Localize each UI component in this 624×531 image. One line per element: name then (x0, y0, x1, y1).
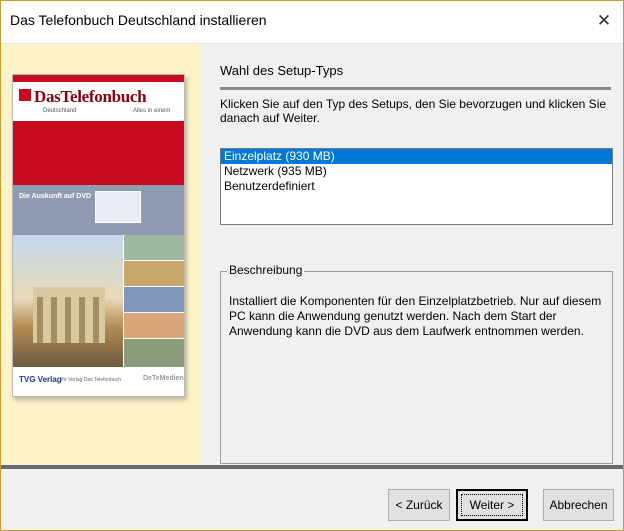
back-button[interactable]: < Zurück (388, 489, 450, 521)
city-thumb (124, 339, 184, 367)
description-title: Beschreibung (227, 263, 305, 277)
option-netzwerk[interactable]: Netzwerk (935 MB) (221, 164, 612, 179)
city-thumb (124, 235, 184, 260)
description-text: Installiert die Komponenten für den Einz… (229, 294, 602, 338)
city-thumb (124, 313, 184, 338)
heading-divider (220, 87, 611, 90)
brand-logo: DasTelefonbuch (19, 87, 147, 107)
next-button-label: Weiter > (461, 494, 523, 516)
window-title: Das Telefonbuch Deutschland installieren (10, 12, 267, 28)
cover-red-band (13, 121, 184, 185)
cover-subtitle-right: Alles in einem (133, 108, 171, 114)
gate-illustration (33, 287, 105, 343)
cover-top-stripe (13, 75, 184, 82)
publisher-logo: TVG Verlag (19, 375, 62, 384)
screenshot-thumbnail (95, 191, 141, 223)
publisher-subtitle: Ihr Verlag Das Telefonbuch (61, 377, 121, 383)
logo-mark-icon (19, 89, 31, 101)
installer-window: Das Telefonbuch Deutschland installieren… (0, 0, 624, 531)
city-thumbnails (124, 235, 184, 367)
page-title: Wahl des Setup-Typs (220, 63, 344, 78)
cancel-button[interactable]: Abbrechen (543, 489, 614, 521)
cover-footer: TVG Verlag Ihr Verlag Das Telefonbuch De… (13, 367, 184, 396)
city-thumb (124, 287, 184, 312)
option-benutzerdefiniert[interactable]: Benutzerdefiniert (221, 179, 612, 194)
product-box-image: DasTelefonbuch Deutschland Alles in eine… (12, 74, 185, 397)
cover-dvd-band: Die Auskunft auf DVD (13, 185, 184, 235)
brand-name: DasTelefonbuch (34, 87, 147, 106)
close-icon[interactable]: ✕ (591, 9, 617, 33)
title-bar[interactable]: Das Telefonbuch Deutschland installieren… (1, 1, 623, 44)
cover-subtitle-left: Deutschland (43, 108, 77, 114)
city-thumb (124, 261, 184, 286)
instruction-text: Klicken Sie auf den Typ des Setups, den … (220, 97, 607, 125)
option-einzelplatz[interactable]: Einzelplatz (930 MB) (221, 149, 612, 164)
medien-logo: DeTeMedien (143, 375, 184, 382)
next-button[interactable]: Weiter > (456, 489, 528, 521)
dvd-tagline: Die Auskunft auf DVD (19, 193, 92, 200)
footer-divider (1, 465, 623, 469)
setup-type-list[interactable]: Einzelplatz (930 MB) Netzwerk (935 MB) B… (220, 148, 613, 225)
brandenburg-gate-photo (13, 235, 123, 367)
